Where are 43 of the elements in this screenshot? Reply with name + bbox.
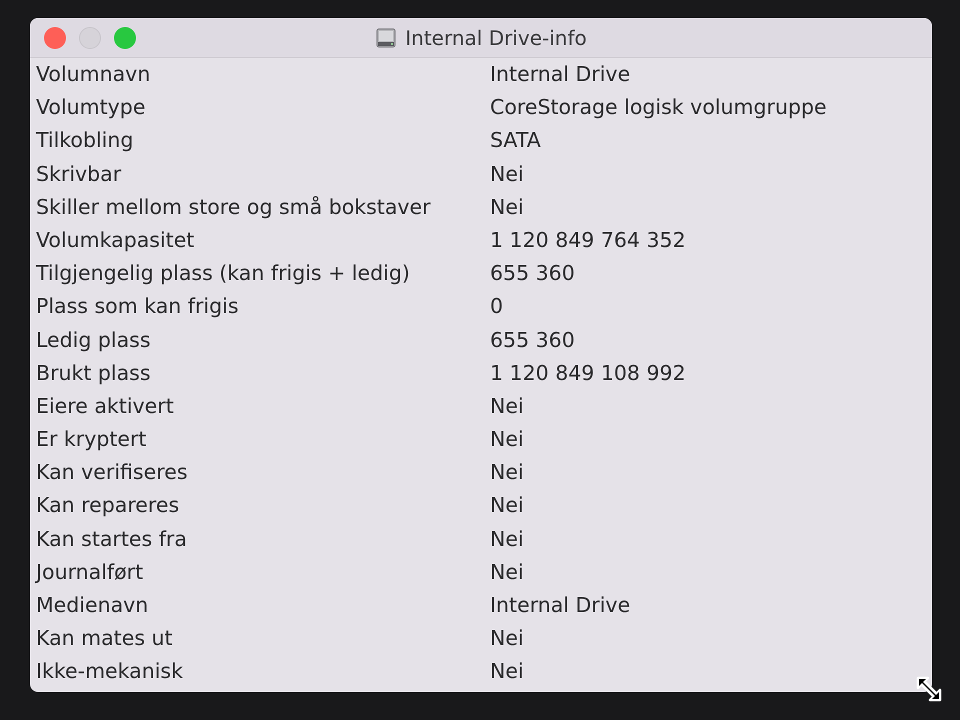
property-value: Nei	[490, 526, 525, 553]
property-value: Internal Drive	[490, 592, 632, 619]
property-label: Ledig plass	[36, 326, 152, 354]
property-value: Nei	[490, 392, 525, 420]
property-label: Volumtype	[36, 94, 146, 122]
property-value: Nei	[490, 558, 525, 586]
property-label: Skiller mellom store og små bokstaver	[36, 194, 432, 221]
property-label: Kan startes fra	[36, 526, 188, 553]
property-label: Kan verifiseres	[36, 459, 188, 486]
property-value: Nei	[490, 492, 525, 520]
zoom-button[interactable]	[114, 27, 136, 49]
property-label: Tilkobling	[36, 127, 134, 154]
property-label: Plass som kan frigis	[36, 293, 240, 320]
property-value: 655 360	[490, 260, 576, 288]
property-value: Nei	[490, 160, 525, 188]
property-value: Nei	[490, 658, 525, 686]
property-label: Kan repareres	[36, 492, 180, 520]
resize-cursor-icon	[916, 676, 942, 702]
property-label: Skrivbar	[36, 160, 122, 188]
property-label: Medienavn	[36, 592, 150, 619]
property-label: Eiere aktivert	[36, 392, 175, 420]
property-label: Journalført	[36, 558, 144, 586]
drive-icon	[375, 26, 398, 50]
property-value: Internal Drive	[490, 61, 632, 88]
property-label: Ikke-mekanisk	[36, 658, 184, 686]
property-value: Nei	[490, 459, 525, 486]
property-value: CoreStorage logisk volumgruppe	[490, 94, 828, 122]
property-label: Kan mates ut	[36, 625, 174, 652]
property-label: Brukt plass	[36, 360, 152, 387]
property-value: Nei	[490, 625, 525, 652]
property-label: Er kryptert	[36, 426, 148, 454]
property-label: Tilgjengelig plass (kan frigis + ledig)	[36, 260, 411, 288]
property-value: Nei	[490, 194, 525, 221]
close-button[interactable]	[44, 27, 66, 49]
property-value: SATA	[490, 127, 542, 154]
property-value: 1 120 849 108 992	[490, 360, 687, 387]
window-title: Internal Drive-info	[405, 24, 587, 52]
property-label: Volumkapasitet	[36, 226, 196, 254]
property-value: Nei	[490, 426, 525, 454]
property-value: 655 360	[490, 326, 576, 354]
property-value: 1 120 849 764 352	[490, 226, 687, 254]
property-value: 0	[490, 293, 504, 320]
property-label: Volumnavn	[36, 61, 152, 88]
